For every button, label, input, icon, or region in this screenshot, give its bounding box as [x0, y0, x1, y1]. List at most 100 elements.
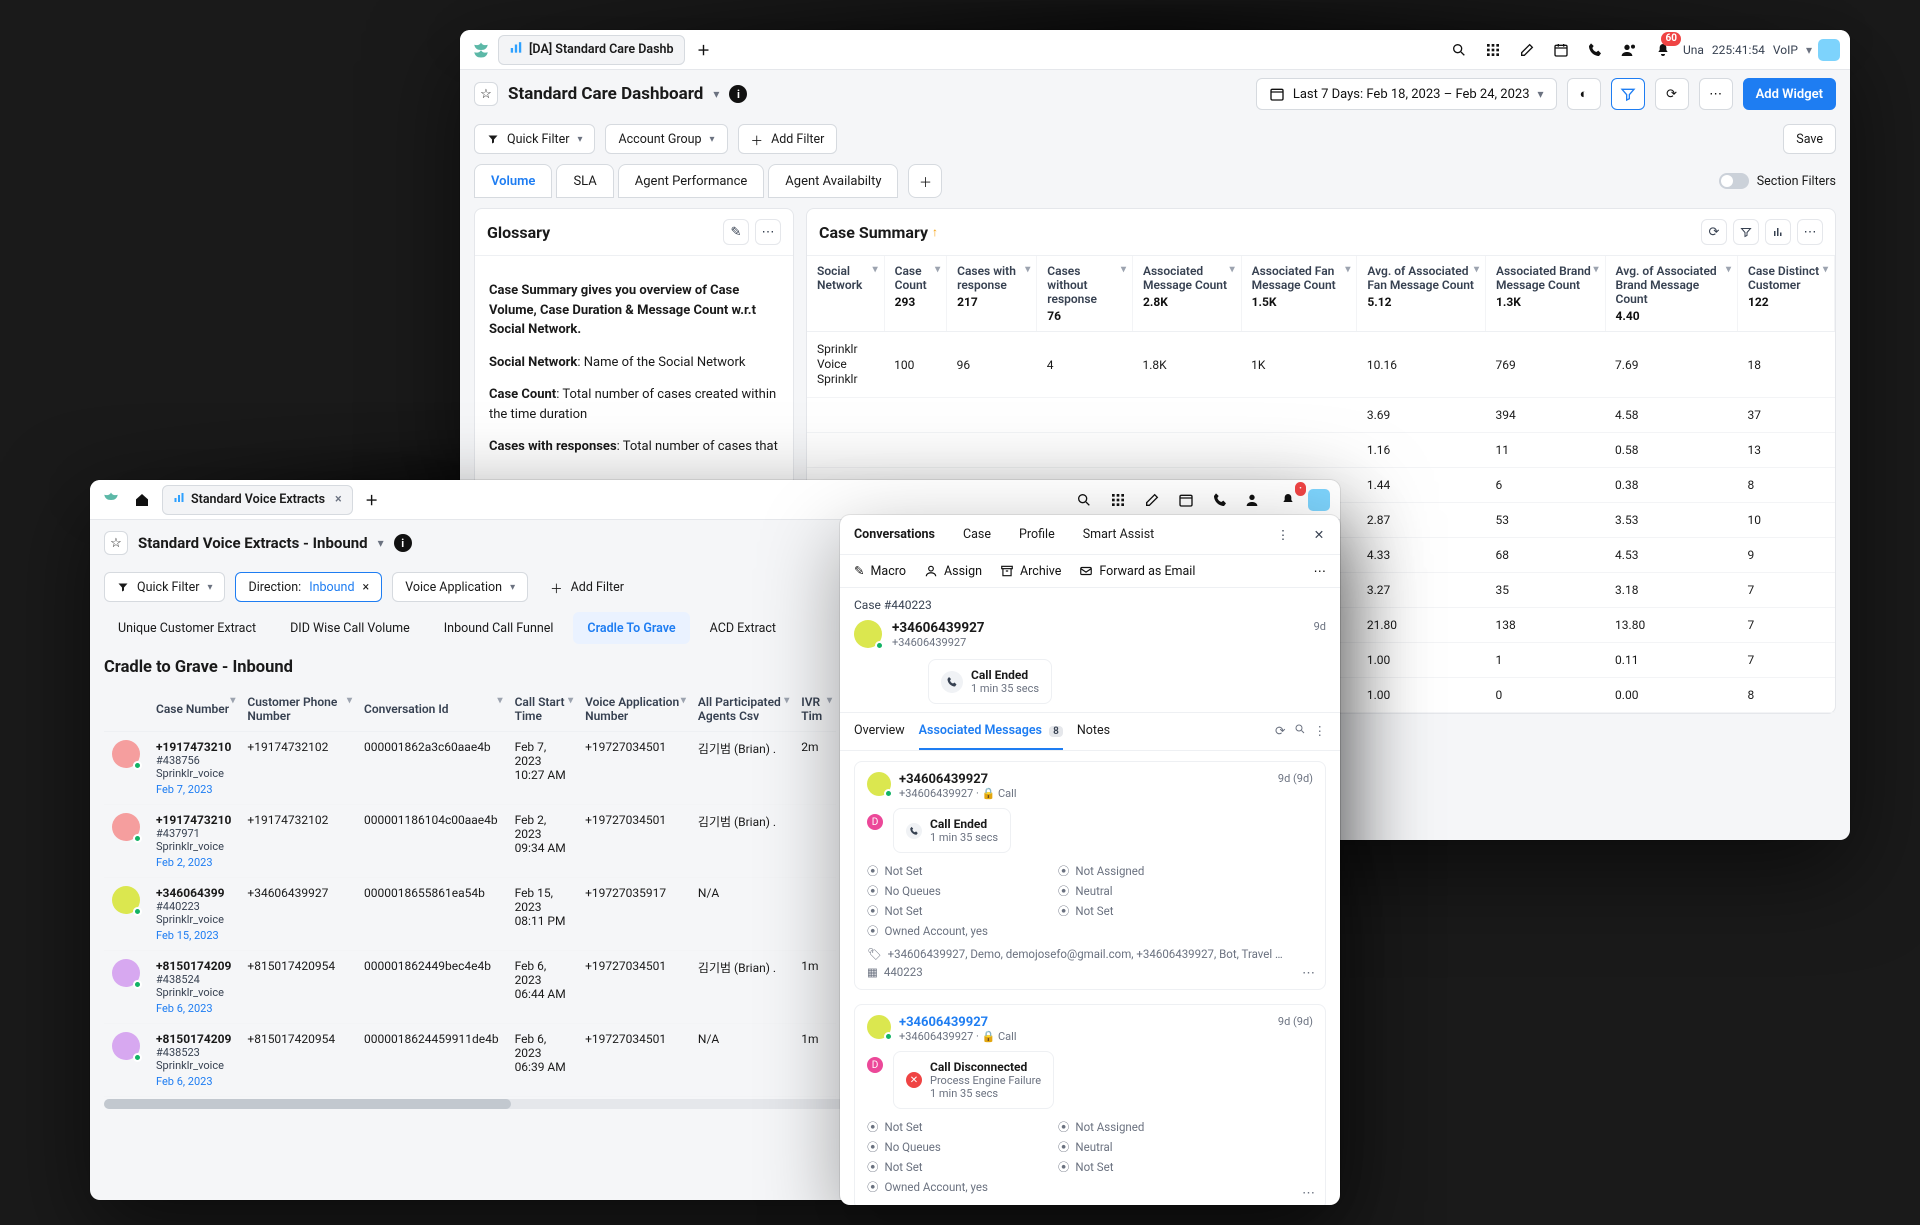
column-header[interactable]: Conversation Id▾	[356, 687, 507, 732]
phone-icon[interactable]	[1206, 486, 1234, 514]
refresh-icon[interactable]: ⟳	[1701, 219, 1727, 245]
subtab-inbound-funnel[interactable]: Inbound Call Funnel	[430, 612, 568, 644]
tab-agent-performance[interactable]: Agent Performance	[618, 164, 765, 198]
filter-toggle[interactable]	[1611, 78, 1645, 110]
more-menu[interactable]: ⋯	[1302, 966, 1315, 981]
browser-tab[interactable]: Standard Voice Extracts ×	[162, 485, 353, 515]
add-widget-button[interactable]: Add Widget	[1743, 78, 1836, 110]
theme-toggle[interactable]: ◐	[1567, 78, 1601, 110]
more-menu[interactable]: ⋯	[1797, 219, 1823, 245]
table-row[interactable]: +1917473210#437971Sprinklr_voiceFeb 2, 2…	[104, 805, 836, 878]
message-card[interactable]: 9d (9d)+34606439927+34606439927 · 🔒 Call…	[854, 1004, 1326, 1205]
search-icon[interactable]	[1294, 723, 1306, 744]
forward-email-action[interactable]: Forward as Email	[1079, 564, 1195, 579]
quick-filter[interactable]: Quick Filter▾	[474, 124, 595, 154]
case-date-link[interactable]: Feb 6, 2023	[156, 1002, 231, 1015]
add-filter-button[interactable]: ＋ Add Filter	[538, 572, 636, 602]
case-date-link[interactable]: Feb 2, 2023	[156, 856, 231, 869]
macro-action[interactable]: ✎ Macro	[854, 563, 906, 579]
subtab-acd-extract[interactable]: ACD Extract	[696, 612, 790, 644]
favorite-toggle[interactable]: ☆	[474, 82, 498, 106]
bell-icon[interactable]: 60	[1649, 36, 1677, 64]
table-row[interactable]: +8150174209#438523Sprinklr_voiceFeb 6, 2…	[104, 1024, 836, 1097]
subtab-cradle-to-grave[interactable]: Cradle To Grave	[573, 612, 689, 644]
info-icon[interactable]: i	[729, 85, 747, 103]
column-header[interactable]: Avg. of Associated Brand Message Count▾4…	[1605, 256, 1737, 332]
phone-icon[interactable]	[1581, 36, 1609, 64]
remove-filter-icon[interactable]: ×	[363, 580, 370, 595]
users-icon[interactable]	[1615, 36, 1643, 64]
apps-grid-icon[interactable]	[1479, 36, 1507, 64]
table-row[interactable]: +8150174209#438524Sprinklr_voiceFeb 6, 2…	[104, 951, 836, 1024]
subtab-overview[interactable]: Overview	[854, 723, 905, 750]
more-menu[interactable]: ⋯	[1314, 563, 1327, 579]
message-card[interactable]: 9d (9d)+34606439927+34606439927 · 🔒 Call…	[854, 761, 1326, 990]
column-header[interactable]: Call Start Time▾	[507, 687, 578, 732]
case-date-link[interactable]: Feb 15, 2023	[156, 929, 231, 942]
section-filters-toggle[interactable]	[1719, 173, 1749, 189]
browser-tab[interactable]: [DA] Standard Care Dashb	[498, 35, 685, 65]
more-menu[interactable]: ⋯	[755, 219, 781, 245]
drawer-tab-conversations[interactable]: Conversations	[840, 515, 949, 554]
filter-icon[interactable]	[1733, 219, 1759, 245]
assign-action[interactable]: Assign	[924, 564, 982, 579]
column-header[interactable]: Associated Brand Message Count▾1.3K	[1485, 256, 1605, 332]
table-row[interactable]: Sprinklr Voice Sprinklr1009641.8K1K10.16…	[807, 332, 1835, 398]
more-menu[interactable]: ⋯	[1302, 1186, 1315, 1201]
close-drawer-icon[interactable]: ✕	[1304, 520, 1334, 550]
apps-grid-icon[interactable]	[1104, 486, 1132, 514]
refresh-button[interactable]: ⟳	[1655, 78, 1689, 110]
chart-icon[interactable]	[1765, 219, 1791, 245]
more-menu[interactable]: ⋮	[1268, 520, 1298, 550]
column-header[interactable]: Cases without response▾76	[1037, 256, 1133, 332]
call-table[interactable]: Case Number▾Customer Phone Number▾Conver…	[90, 687, 850, 1097]
add-section-tab[interactable]: ＋	[908, 164, 942, 198]
account-group-filter[interactable]: Account Group▾	[605, 124, 727, 154]
table-row[interactable]: +346064399#440223Sprinklr_voiceFeb 15, 2…	[104, 878, 836, 951]
table-row[interactable]: 3.693944.5837	[807, 398, 1835, 433]
users-icon[interactable]	[1240, 486, 1268, 514]
quick-filter[interactable]: Quick Filter▾	[104, 572, 225, 602]
search-icon[interactable]	[1070, 486, 1098, 514]
column-header[interactable]: Case Count▾293	[884, 256, 946, 332]
calendar-icon[interactable]	[1547, 36, 1575, 64]
more-menu[interactable]: ⋮	[1314, 723, 1327, 744]
case-date-link[interactable]: Feb 6, 2023	[156, 1075, 231, 1088]
compose-icon[interactable]	[1513, 36, 1541, 64]
chevron-down-icon[interactable]: ▾	[713, 87, 719, 101]
refresh-icon[interactable]: ⟳	[1275, 723, 1285, 744]
drawer-body[interactable]: 9d (9d)+34606439927+34606439927 · 🔒 Call…	[840, 751, 1340, 1205]
column-header[interactable]: Voice Application Number▾	[577, 687, 690, 732]
info-icon[interactable]: i	[394, 534, 412, 552]
drawer-tab-profile[interactable]: Profile	[1005, 515, 1069, 554]
subtab-did-wise[interactable]: DID Wise Call Volume	[276, 612, 424, 644]
horizontal-scrollbar[interactable]	[104, 1099, 844, 1109]
user-status[interactable]: Una 225:41:54 VoIP ▾	[1683, 43, 1812, 57]
save-button[interactable]: Save	[1783, 124, 1836, 154]
column-header[interactable]: Case Distinct Customer▾122	[1737, 256, 1834, 332]
subtab-unique-customer[interactable]: Unique Customer Extract	[104, 612, 270, 644]
subtab-associated-messages[interactable]: Associated Messages 8	[919, 723, 1063, 750]
add-filter-button[interactable]: ＋ Add Filter	[738, 124, 838, 154]
close-tab-icon[interactable]: ×	[335, 492, 342, 507]
avatar[interactable]	[1818, 39, 1840, 61]
column-header[interactable]: Avg. of Associated Fan Message Count▾5.1…	[1357, 256, 1486, 332]
column-header[interactable]: All Participated Agents Csv▾	[690, 687, 793, 732]
edit-icon[interactable]: ✎	[723, 219, 749, 245]
column-header[interactable]: Case Number▾	[148, 687, 239, 732]
archive-action[interactable]: Archive	[1000, 564, 1061, 579]
date-range-picker[interactable]: Last 7 Days: Feb 18, 2023 – Feb 24, 2023…	[1256, 78, 1557, 110]
table-row[interactable]: +1917473210#438756Sprinklr_voiceFeb 7, 2…	[104, 732, 836, 805]
subtab-notes[interactable]: Notes	[1077, 723, 1110, 750]
home-icon[interactable]	[128, 486, 156, 514]
favorite-toggle[interactable]: ☆	[104, 531, 128, 555]
compose-icon[interactable]	[1138, 486, 1166, 514]
direction-filter[interactable]: Direction: Inbound ×	[235, 572, 382, 602]
bell-icon[interactable]: ·	[1274, 486, 1302, 514]
drawer-tab-case[interactable]: Case	[949, 515, 1005, 554]
avatar[interactable]	[1308, 489, 1330, 511]
tab-agent-availability[interactable]: Agent Availabilty	[768, 164, 898, 198]
column-header[interactable]: Associated Message Count▾2.8K	[1132, 256, 1241, 332]
column-header[interactable]: Cases with response▾217	[947, 256, 1037, 332]
column-header[interactable]: Associated Fan Message Count▾1.5K	[1241, 256, 1357, 332]
